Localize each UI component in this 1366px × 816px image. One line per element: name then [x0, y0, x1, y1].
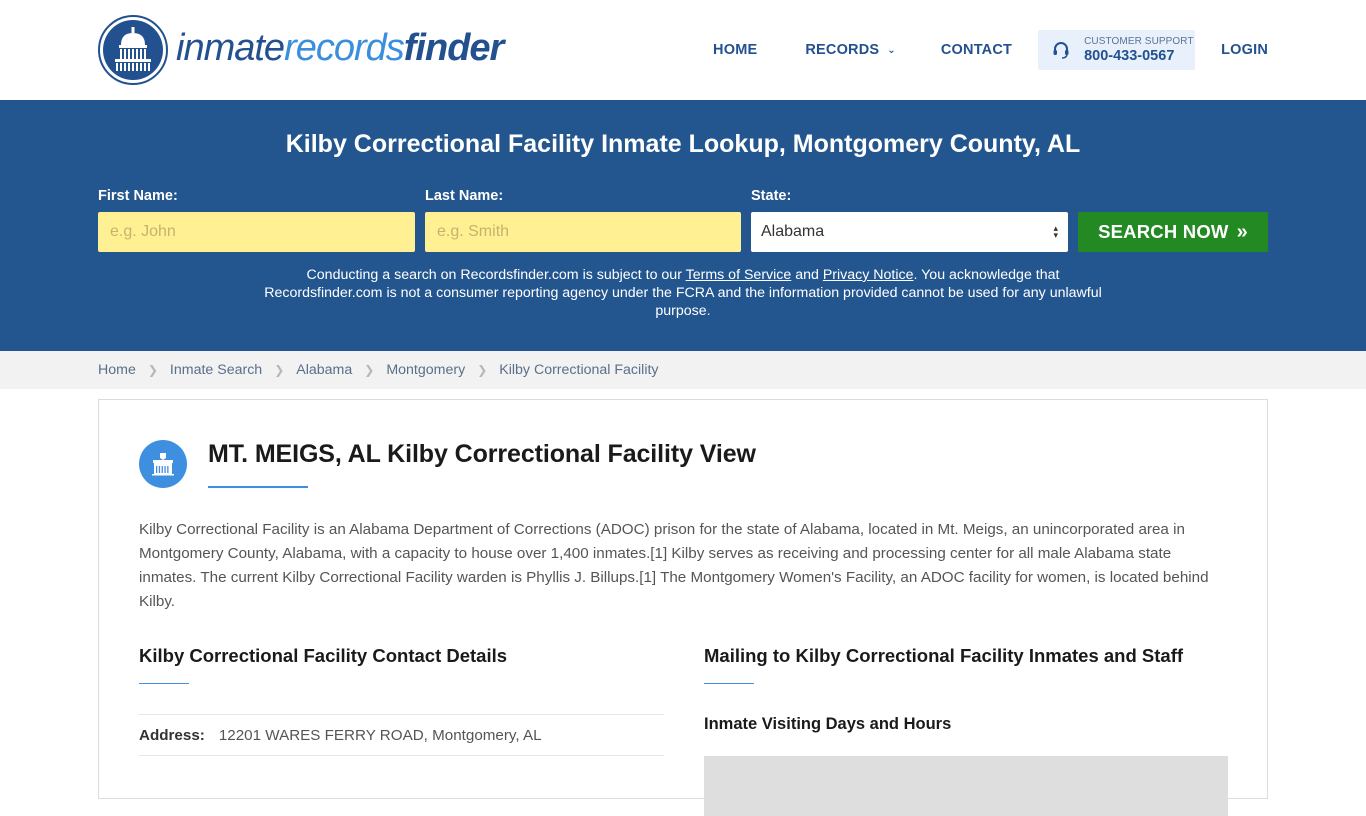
headset-icon [1053, 42, 1069, 59]
chevron-right-icon: ❯ [477, 363, 488, 377]
site-logo[interactable]: inmaterecordsfinder [98, 15, 505, 85]
heading-underline [139, 683, 189, 684]
visiting-hours-heading: Inmate Visiting Days and Hours [704, 715, 952, 733]
customer-support-phone[interactable]: CUSTOMER SUPPORT 800-433-0567 [1038, 30, 1196, 70]
support-label: CUSTOMER SUPPORT [1084, 35, 1194, 47]
site-header: inmaterecordsfinder HOME RECORDS ⌄ CONTA… [0, 0, 1366, 100]
visiting-hours-table [704, 756, 1228, 816]
last-name-input[interactable] [425, 212, 741, 252]
breadcrumb-inmate-search[interactable]: Inmate Search [170, 362, 262, 378]
contact-details-heading: Kilby Correctional Facility Contact Deta… [139, 645, 508, 666]
first-name-label: First Name: [98, 188, 178, 204]
select-updown-icon: ▴ ▾ [1053, 223, 1058, 240]
main-nav: HOME RECORDS ⌄ CONTACT CUSTOMER SUPPORT … [713, 30, 1268, 70]
nav-records-label: RECORDS [805, 42, 880, 58]
breadcrumb-home[interactable]: Home [98, 362, 136, 378]
search-banner: Kilby Correctional Facility Inmate Looku… [0, 100, 1366, 351]
prison-building-icon [139, 440, 187, 488]
logo-wordmark: inmaterecordsfinder [176, 27, 505, 69]
nav-contact[interactable]: CONTACT [941, 42, 1012, 58]
address-label: Address: [139, 726, 205, 744]
chevron-right-icon: ❯ [364, 363, 375, 377]
chevron-down-icon: ⌄ [887, 44, 896, 56]
state-select-value: Alabama [761, 223, 825, 240]
nav-home[interactable]: HOME [713, 42, 757, 58]
heading-underline [704, 683, 754, 684]
privacy-notice-link[interactable]: Privacy Notice [823, 267, 914, 283]
chevron-right-icon: ❯ [274, 363, 285, 377]
search-now-button[interactable]: SEARCH NOW » [1078, 212, 1268, 252]
logo-word-inmate: inmate [176, 27, 285, 69]
facility-description: Kilby Correctional Facility is an Alabam… [139, 521, 1209, 610]
disclaimer-text-1: Conducting a search on Recordsfinder.com… [306, 267, 686, 283]
breadcrumb-county[interactable]: Montgomery [386, 362, 465, 378]
capitol-dome-icon [98, 15, 168, 85]
breadcrumb: Home ❯ Inmate Search ❯ Alabama ❯ Montgom… [0, 351, 1366, 389]
address-value: 12201 WARES FERRY ROAD, Montgomery, AL [218, 726, 542, 744]
facility-card: MT. MEIGS, AL Kilby Correctional Facilit… [98, 399, 1268, 816]
title-underline [208, 486, 308, 488]
logo-word-finder: finder [403, 27, 505, 69]
address-row: Address: 12201 WARES FERRY ROAD, Montgom… [139, 714, 664, 756]
nav-login[interactable]: LOGIN [1221, 42, 1268, 58]
first-name-input[interactable] [98, 212, 415, 252]
double-chevron-right-icon: » [1236, 220, 1248, 243]
breadcrumb-state[interactable]: Alabama [296, 362, 352, 378]
chevron-right-icon: ❯ [147, 363, 158, 377]
search-disclaimer: Conducting a search on Recordsfinder.com… [250, 266, 1116, 320]
page-title: MT. MEIGS, AL Kilby Correctional Facilit… [208, 440, 756, 468]
breadcrumb-facility[interactable]: Kilby Correctional Facility [499, 362, 658, 378]
last-name-label: Last Name: [425, 188, 504, 204]
state-label: State: [751, 188, 792, 204]
logo-word-records: records [284, 27, 405, 69]
hero-title: Kilby Correctional Facility Inmate Looku… [285, 130, 1081, 158]
nav-records-dropdown[interactable]: RECORDS ⌄ [805, 42, 896, 58]
disclaimer-text-2: and [791, 267, 823, 283]
mailing-heading: Mailing to Kilby Correctional Facility I… [704, 645, 1184, 666]
state-select[interactable]: Alabama ▴ ▾ [751, 212, 1068, 252]
support-phone-number: 800-433-0567 [1084, 47, 1175, 64]
terms-of-service-link[interactable]: Terms of Service [686, 267, 792, 283]
search-now-label: SEARCH NOW [1098, 221, 1229, 242]
